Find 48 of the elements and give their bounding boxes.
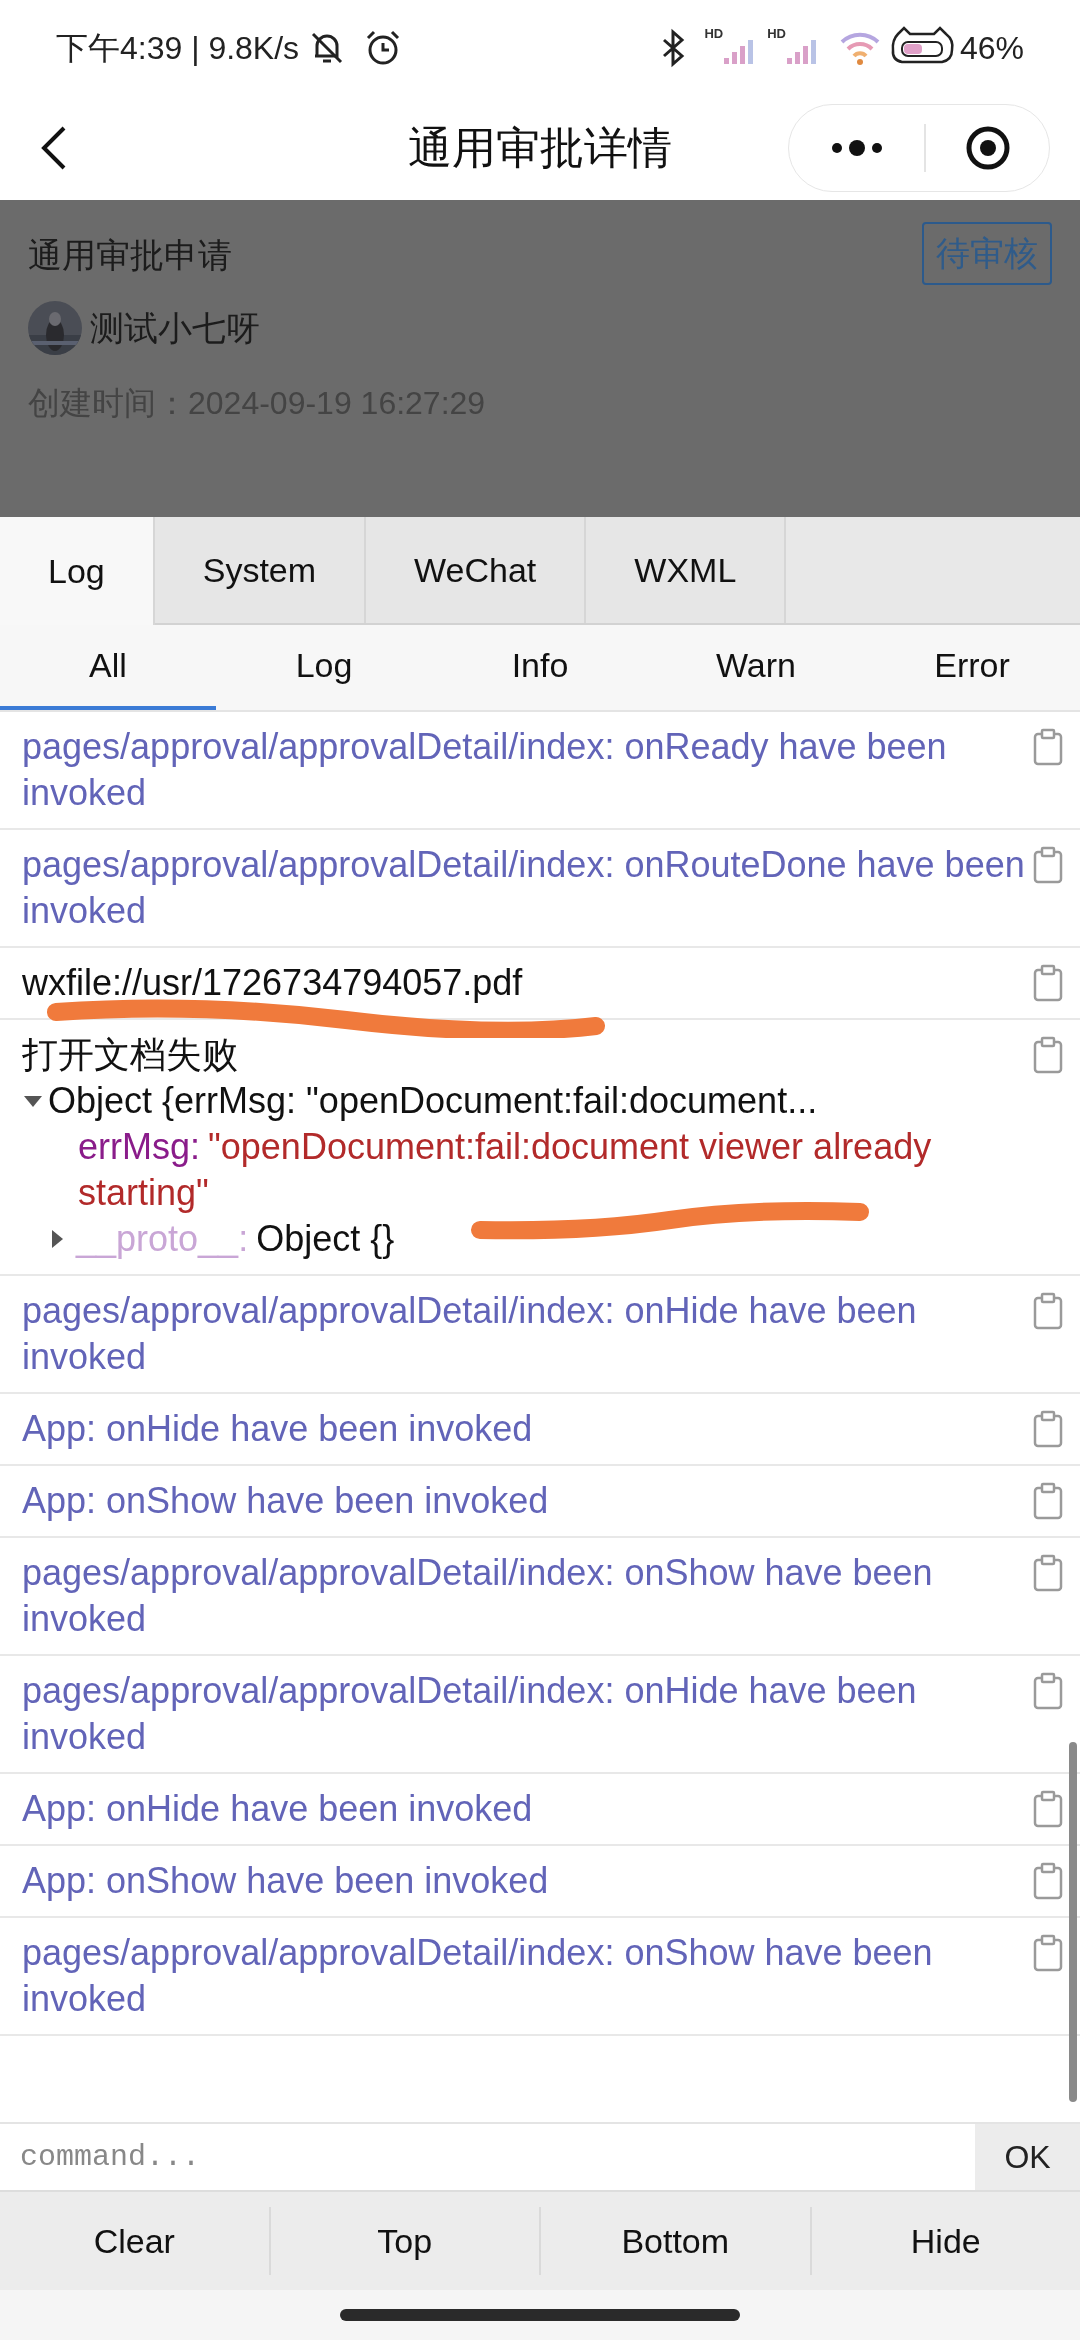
copy-icon[interactable] <box>1032 1672 1064 1710</box>
object-property: errMsg: "openDocument:fail:document viewer already starting" <box>78 1125 933 1215</box>
copy-icon[interactable] <box>1032 1292 1064 1330</box>
property-key: __proto__: <box>76 1216 249 1262</box>
filter-tab[interactable]: Log <box>216 625 432 710</box>
log-message: pages/approval/approvalDetail/index: onRouteDone have been invoked <box>22 843 1026 933</box>
ok-button[interactable]: OK <box>975 2124 1080 2190</box>
network-type: HD <box>767 25 786 43</box>
console-tab[interactable]: Log <box>0 517 155 625</box>
filter-tab[interactable]: Warn <box>648 625 864 710</box>
copy-icon[interactable] <box>1032 1862 1064 1900</box>
log-message: App: onHide have been invoked <box>22 1787 534 1831</box>
toolbar-button[interactable]: Hide <box>811 2206 1080 2276</box>
toolbar-button[interactable]: Bottom <box>541 2206 812 2276</box>
copy-icon[interactable] <box>1032 1934 1064 1972</box>
log-message: pages/approval/approvalDetail/index: onShow have been invoked <box>22 1931 934 2021</box>
filter-tab[interactable]: Error <box>864 625 1080 710</box>
status-time: 下午4:39 | 9.8K/s <box>56 28 300 68</box>
copy-icon[interactable] <box>1032 1790 1064 1828</box>
log-message: 打开文档失败 <box>22 1033 239 1077</box>
scrollbar[interactable] <box>1069 1742 1077 2102</box>
battery-level: 46% <box>959 28 1024 68</box>
log-message: App: onHide have been invoked <box>22 1407 534 1451</box>
copy-icon[interactable] <box>1032 1036 1064 1074</box>
log-message: wxfile://usr/1726734794057.pdf <box>22 961 524 1005</box>
status-tag: 待审核 <box>922 222 1052 285</box>
log-message: App: onShow have been invoked <box>22 1859 550 1903</box>
toolbar-button[interactable]: Clear <box>0 2206 271 2276</box>
filter-tab[interactable]: All <box>0 625 216 710</box>
log-message: pages/approval/approvalDetail/index: onShow have been invoked <box>22 1551 934 1641</box>
object-summary: Object {errMsg: "openDocument:fail:document... <box>48 1079 818 1123</box>
log-message: pages/approval/approvalDetail/index: onReady have been invoked <box>22 725 948 815</box>
approval-title: 通用审批申请 <box>28 235 232 276</box>
page-title: 通用审批详情 <box>408 121 672 174</box>
network-type: HD <box>704 25 724 43</box>
copy-icon[interactable] <box>1032 846 1064 884</box>
copy-icon[interactable] <box>1032 964 1064 1002</box>
log-message: pages/approval/approvalDetail/index: onHide have been invoked <box>22 1669 918 1759</box>
property-value: Object {} <box>256 1217 395 1261</box>
applicant-name: 测试小七呀 <box>90 307 260 349</box>
toolbar-button[interactable]: Top <box>270 2206 541 2276</box>
copy-icon[interactable] <box>1032 1482 1064 1520</box>
log-message: pages/approval/approvalDetail/index: onHide have been invoked <box>22 1289 918 1379</box>
copy-icon[interactable] <box>1032 1410 1064 1448</box>
log-message: App: onShow have been invoked <box>22 1479 550 1523</box>
filter-tab[interactable]: Info <box>432 625 648 710</box>
copy-icon[interactable] <box>1032 1554 1064 1592</box>
copy-icon[interactable] <box>1032 728 1064 766</box>
